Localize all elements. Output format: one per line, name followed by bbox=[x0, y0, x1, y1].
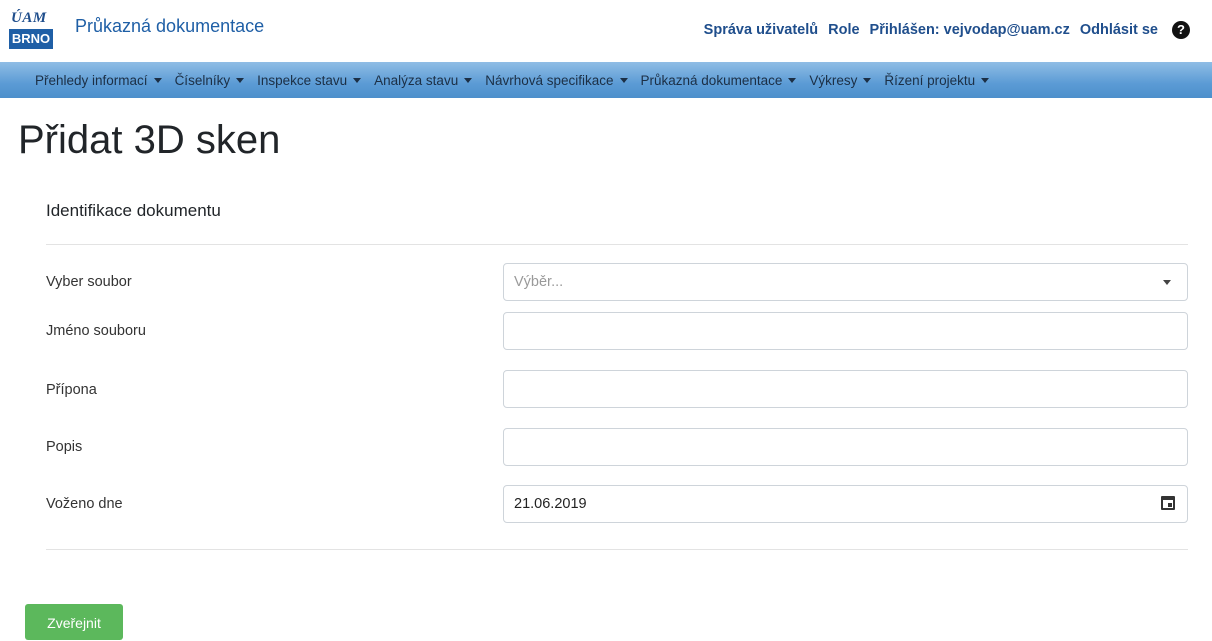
nav-item-label: Analýza stavu bbox=[374, 72, 459, 88]
logout-link[interactable]: Odhlásit se bbox=[1080, 22, 1158, 38]
top-links: Správa uživatelů Role Přihlášen: vejvoda… bbox=[704, 18, 1190, 42]
file-name-input[interactable] bbox=[503, 312, 1188, 350]
role-link[interactable]: Role bbox=[828, 22, 859, 38]
top-header: ÚAM BRNO Průkazná dokumentace Správa uži… bbox=[0, 0, 1212, 62]
publish-button[interactable]: Zveřejnit bbox=[25, 604, 123, 640]
nav-item-prehledy-informaci[interactable]: Přehledy informací bbox=[35, 73, 162, 88]
divider-top bbox=[46, 244, 1188, 245]
caret-down-icon bbox=[1163, 280, 1171, 285]
nav-item-label: Průkazná dokumentace bbox=[640, 72, 783, 88]
nav-item-label: Návrhová specifikace bbox=[485, 72, 614, 88]
section-title: Identifikace dokumentu bbox=[46, 201, 221, 220]
nav-item-inspekce-stavu[interactable]: Inspekce stavu bbox=[257, 72, 362, 88]
caret-down-icon bbox=[788, 77, 797, 83]
file-select-placeholder: Výběr... bbox=[514, 274, 564, 290]
nav-item-rizeni-projektu[interactable]: Řízení projektu bbox=[884, 72, 990, 88]
divider-bottom bbox=[46, 549, 1188, 550]
nav-item-label: Číselníky bbox=[174, 72, 231, 88]
uploaded-date-value: 21.06.2019 bbox=[514, 496, 587, 512]
user-admin-link[interactable]: Správa uživatelů bbox=[704, 22, 818, 38]
file-select-dropdown[interactable]: Výběr... bbox=[503, 263, 1188, 301]
caret-down-icon bbox=[619, 77, 628, 83]
file-name-label: Jméno souboru bbox=[46, 323, 146, 339]
description-label: Popis bbox=[46, 439, 83, 455]
nav-item-vykresy[interactable]: Výkresy bbox=[809, 72, 872, 88]
app-title[interactable]: Průkazná dokumentace bbox=[75, 15, 264, 37]
description-input[interactable] bbox=[503, 428, 1188, 466]
caret-down-icon bbox=[353, 77, 362, 83]
extension-input[interactable] bbox=[503, 370, 1188, 408]
caret-down-icon bbox=[981, 77, 990, 83]
caret-down-icon bbox=[863, 77, 872, 83]
logo-top-text: ÚAM bbox=[11, 10, 47, 26]
calendar-icon[interactable] bbox=[1161, 496, 1175, 510]
nav-item-label: Řízení projektu bbox=[884, 72, 976, 88]
logo-bottom-text: BRNO bbox=[9, 29, 53, 49]
main-navbar: Přehledy informací Číselníky Inspekce st… bbox=[0, 62, 1212, 98]
nav-item-ciselniky[interactable]: Číselníky bbox=[175, 73, 245, 88]
nav-item-label: Přehledy informací bbox=[35, 72, 148, 88]
nav-item-label: Inspekce stavu bbox=[257, 72, 348, 88]
caret-down-icon bbox=[236, 77, 245, 83]
page-title: Přidat 3D sken bbox=[18, 118, 281, 162]
uploaded-date-label: Voženo dne bbox=[46, 496, 123, 512]
question-circle-icon[interactable]: ? bbox=[1172, 21, 1190, 39]
uploaded-date-input[interactable]: 21.06.2019 bbox=[503, 485, 1188, 523]
caret-down-icon bbox=[464, 77, 473, 83]
caret-down-icon bbox=[153, 77, 162, 83]
uam-brno-logo[interactable]: ÚAM BRNO bbox=[9, 8, 53, 49]
logged-in-user-link[interactable]: Přihlášen: vejvodap@uam.cz bbox=[870, 22, 1070, 38]
extension-label: Přípona bbox=[46, 382, 97, 398]
nav-item-analyza-stavu[interactable]: Analýza stavu bbox=[374, 72, 473, 88]
file-select-label: Vyber soubor bbox=[46, 274, 132, 290]
nav-item-label: Výkresy bbox=[809, 72, 858, 88]
nav-item-navrhova-specifikace[interactable]: Návrhová specifikace bbox=[485, 72, 628, 88]
nav-item-prukazna-dokumentace[interactable]: Průkazná dokumentace bbox=[641, 73, 797, 88]
